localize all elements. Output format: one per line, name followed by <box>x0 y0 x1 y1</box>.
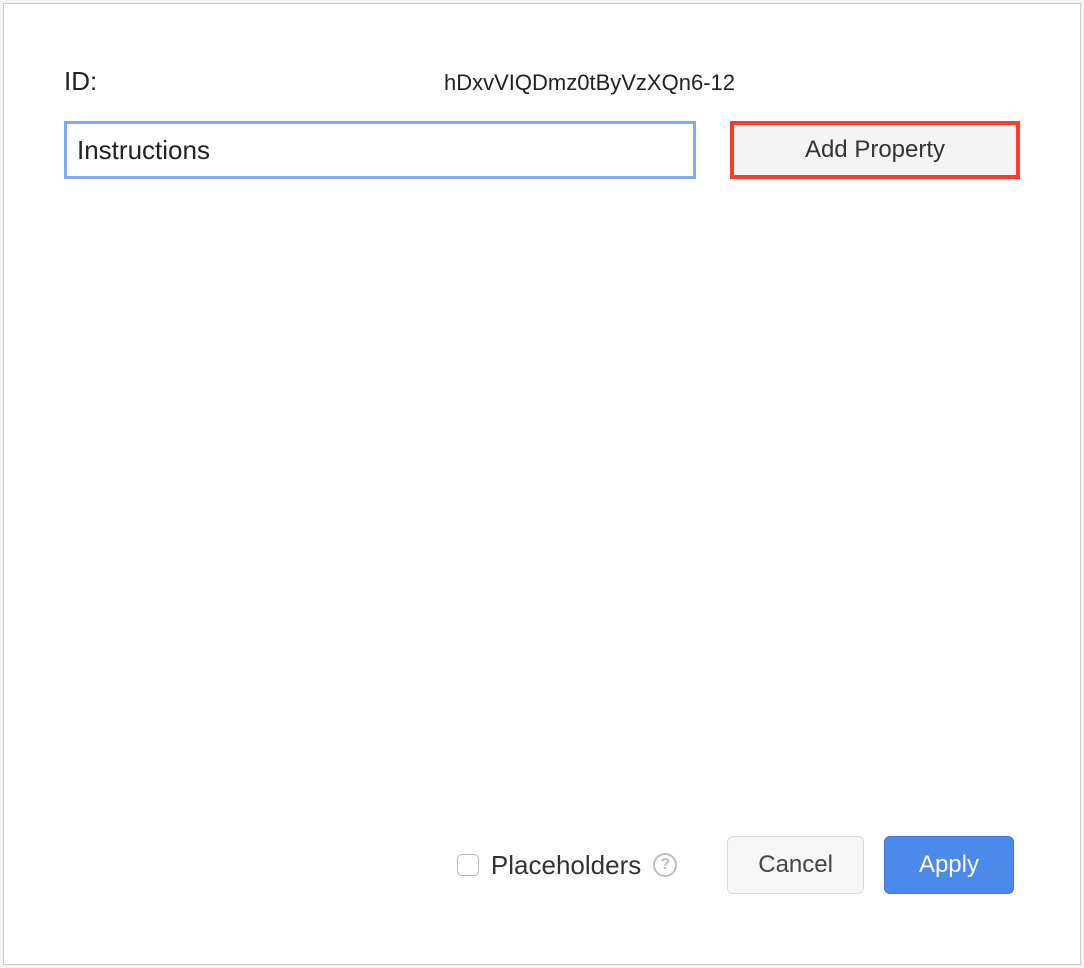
id-row: ID: hDxvVIQDmz0tByVzXQn6-12 <box>64 66 1020 97</box>
placeholders-checkbox[interactable] <box>457 854 479 876</box>
property-name-input[interactable] <box>64 121 696 179</box>
help-icon[interactable]: ? <box>653 853 677 877</box>
placeholders-label: Placeholders <box>491 850 641 881</box>
content-spacer <box>64 179 1020 836</box>
entry-row: Add Property <box>64 121 1020 179</box>
placeholders-group: Placeholders ? <box>457 850 677 881</box>
add-property-button[interactable]: Add Property <box>730 121 1020 179</box>
id-label: ID: <box>64 66 444 97</box>
apply-button[interactable]: Apply <box>884 836 1014 894</box>
id-value: hDxvVIQDmz0tByVzXQn6-12 <box>444 70 735 96</box>
property-dialog: ID: hDxvVIQDmz0tByVzXQn6-12 Add Property… <box>3 3 1081 965</box>
cancel-button[interactable]: Cancel <box>727 836 864 894</box>
dialog-footer: Placeholders ? Cancel Apply <box>64 836 1020 924</box>
